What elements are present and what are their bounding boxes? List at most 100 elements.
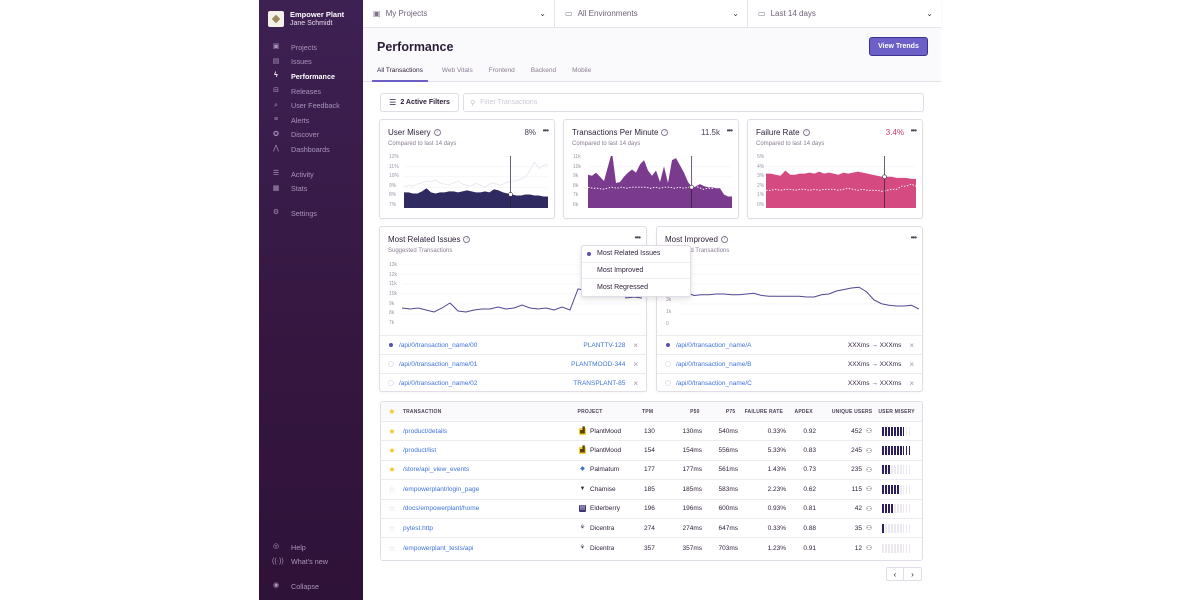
column-header-p50[interactable]: P50 [668, 409, 700, 415]
transaction-link[interactable]: /api/0/transaction_name/02 [399, 380, 573, 387]
more-options-icon[interactable]: ••• [727, 126, 733, 135]
dropdown-option-most-related-issues[interactable]: Most Related Issues [582, 246, 690, 263]
tab-backend[interactable]: Backend [531, 64, 558, 82]
sidebar-item-projects[interactable]: ▣ Projects [259, 40, 363, 55]
dropdown-option-most-regressed[interactable]: Most Regressed [582, 279, 690, 296]
column-header-project[interactable]: PROJECT [578, 409, 643, 415]
sidebar-item-collapse[interactable]: ◉ Collapse [259, 579, 363, 594]
help-icon[interactable]: ? [463, 236, 471, 243]
transaction-link[interactable]: /docs/empowerplant/home [403, 505, 479, 512]
transaction-link[interactable]: /api/0/transaction_name/00 [399, 342, 583, 349]
star-outline-icon[interactable]: ☆ [381, 524, 403, 533]
transaction-link[interactable]: /product/list [403, 447, 436, 454]
transaction-link[interactable]: /api/0/transaction_name/01 [399, 361, 571, 368]
org-switcher[interactable]: Empower Plant Jane Schmidt [259, 0, 363, 30]
row-radio[interactable] [388, 361, 394, 368]
transaction-link[interactable]: /store/api_view_events [403, 466, 469, 473]
issue-link[interactable]: PLANTMOOD-344 [571, 361, 625, 368]
star-all-icon[interactable]: ★ [381, 407, 403, 416]
suggested-transaction-row[interactable]: /api/0/transaction_name/01 PLANTMOOD-344 × [380, 354, 646, 373]
suggested-transaction-row[interactable]: /api/0/transaction_name/00 PLANTTV-128 × [380, 335, 646, 354]
star-filled-icon[interactable]: ★ [381, 465, 403, 474]
sidebar-item-help[interactable]: ◎ Help [259, 540, 363, 555]
transaction-link[interactable]: /api/0/transaction_name/C [676, 380, 848, 387]
previous-page-button[interactable]: ‹ [886, 567, 904, 581]
more-options-icon[interactable]: ••• [543, 126, 549, 135]
star-outline-icon[interactable]: ☆ [381, 485, 403, 494]
sidebar-item-alerts[interactable]: ≡ Alerts [259, 113, 363, 128]
column-header-failure-rate[interactable]: FAILURE RATE [735, 409, 783, 415]
dismiss-icon[interactable]: × [633, 341, 638, 350]
y-axis-labels: 13k 12k 11k 10k 9k 8k 7k [389, 262, 397, 326]
project-selector[interactable]: ▣ My Projects ⌄ [363, 0, 555, 27]
y-tick-label: 13k [389, 262, 398, 268]
column-header-p75[interactable]: P75 [700, 409, 736, 415]
sidebar-item-activity[interactable]: ☰ Activity [259, 167, 363, 182]
sidebar-item-releases[interactable]: ⊟ Releases [259, 84, 363, 99]
sidebar-item-user-feedback[interactable]: ⌕ User Feedback [259, 98, 363, 113]
p75-cell: 647ms [718, 524, 738, 532]
sidebar-item-performance[interactable]: ϟ Performance [259, 69, 363, 84]
dismiss-icon[interactable]: × [909, 360, 914, 369]
sidebar-item-issues[interactable]: ▤ Issues [259, 55, 363, 70]
row-radio[interactable] [665, 361, 671, 368]
help-icon[interactable]: ? [661, 129, 669, 136]
star-filled-icon[interactable]: ★ [381, 446, 403, 455]
active-filters-button[interactable]: ☰ 2 Active Filters [380, 93, 459, 112]
more-options-icon[interactable]: ••• [911, 233, 917, 242]
star-outline-icon[interactable]: ☆ [381, 544, 403, 553]
issue-link[interactable]: TRANSPLANT-85 [573, 380, 625, 387]
suggested-transaction-row[interactable]: /api/0/transaction_name/C XXXms → XXXms × [657, 373, 922, 392]
p50-cell: 130ms [682, 427, 702, 435]
row-radio[interactable] [388, 380, 394, 387]
transaction-link[interactable]: /api/0/transaction_name/A [676, 342, 848, 349]
suggested-transaction-row[interactable]: /api/0/transaction_name/02 TRANSPLANT-85 × [380, 373, 646, 392]
star-outline-icon[interactable]: ☆ [381, 504, 403, 513]
dismiss-icon[interactable]: × [909, 379, 914, 388]
column-header-transaction[interactable]: TRANSACTION [403, 409, 578, 415]
column-header-user-misery[interactable]: USER MISERY [872, 409, 922, 415]
date-range-selector[interactable]: ▭ Last 14 days ⌄ [748, 0, 941, 27]
row-radio[interactable] [665, 380, 671, 387]
dismiss-icon[interactable]: × [633, 379, 638, 388]
sidebar-item-settings[interactable]: ⚙ Settings [259, 206, 363, 221]
dismiss-icon[interactable]: × [633, 360, 638, 369]
tab-frontend[interactable]: Frontend [489, 64, 517, 82]
sidebar-item-discover[interactable]: ✪ Discover [259, 128, 363, 143]
transaction-link[interactable]: /api/0/transaction_name/B [676, 361, 848, 368]
column-header-apdex[interactable]: APDEX [783, 409, 813, 415]
sidebar-item-what-s-new[interactable]: ((·)) What's new [259, 555, 363, 570]
transaction-link[interactable]: /empowerplant/login_page [403, 486, 479, 493]
column-header-tpm[interactable]: TPM [642, 409, 668, 415]
dropdown-option-most-improved[interactable]: Most Improved [582, 263, 690, 279]
help-icon[interactable]: ? [802, 129, 810, 136]
misery-bar-segment [908, 543, 911, 553]
suggested-transaction-row[interactable]: /api/0/transaction_name/A XXXms → XXXms × [657, 335, 922, 354]
transaction-link[interactable]: /product/details [403, 428, 447, 435]
misery-bar-segment [905, 465, 908, 475]
misery-bar-segment [896, 446, 899, 456]
tab-mobile[interactable]: Mobile [572, 64, 593, 82]
sidebar-item-dashboards[interactable]: ⋀ Dashboards [259, 142, 363, 157]
sidebar-item-stats[interactable]: ▦ Stats [259, 181, 363, 196]
more-options-icon[interactable]: ••• [911, 126, 917, 135]
project-cell: ▟ PlantMood [579, 427, 644, 435]
column-header-unique-users[interactable]: UNIQUE USERS [813, 409, 873, 415]
filter-transactions-input[interactable] [480, 99, 923, 106]
issue-link[interactable]: PLANTTV-128 [583, 342, 625, 349]
row-radio[interactable] [665, 342, 671, 348]
dismiss-icon[interactable]: × [909, 341, 914, 350]
help-icon[interactable]: ? [433, 129, 441, 136]
star-filled-icon[interactable]: ★ [381, 427, 403, 436]
tab-web-vitals[interactable]: Web Vitals [442, 64, 475, 82]
tab-all-transactions[interactable]: All Transactions [372, 64, 428, 82]
transaction-link[interactable]: pytest.http [403, 525, 433, 532]
row-radio[interactable] [388, 342, 394, 348]
more-options-icon[interactable]: ••• [635, 233, 641, 242]
environment-selector[interactable]: ▭ All Environments ⌄ [555, 0, 748, 27]
view-trends-button[interactable]: View Trends [869, 37, 928, 56]
transaction-link[interactable]: /empowerplant_tests/api [403, 545, 473, 552]
help-icon[interactable]: ? [720, 236, 728, 243]
next-page-button[interactable]: › [904, 567, 922, 581]
suggested-transaction-row[interactable]: /api/0/transaction_name/B XXXms → XXXms × [657, 354, 922, 373]
